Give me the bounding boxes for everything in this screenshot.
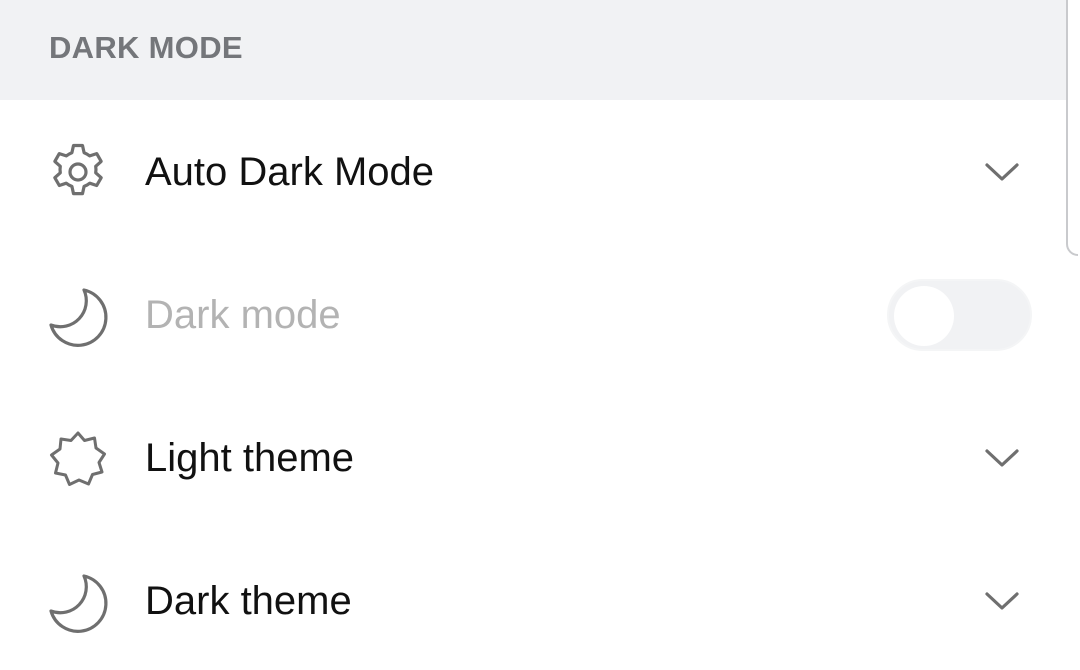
setting-label-auto-dark-mode: Auto Dark Mode xyxy=(145,150,435,194)
sun-badge-icon xyxy=(50,431,106,486)
setting-row-auto-dark-mode[interactable]: Auto Dark Mode xyxy=(0,100,1066,243)
section-title: DARK MODE xyxy=(49,30,243,65)
setting-label-dark-mode: Dark mode xyxy=(145,293,341,337)
setting-label-light-theme: Light theme xyxy=(145,436,355,480)
setting-row-dark-theme[interactable]: Dark theme xyxy=(0,529,1066,670)
chevron-down-icon[interactable] xyxy=(982,446,1022,470)
chevron-down-icon[interactable] xyxy=(982,160,1022,184)
chevron-down-icon[interactable] xyxy=(982,589,1022,613)
moon-icon xyxy=(49,288,108,347)
section-header: DARK MODE xyxy=(0,0,1066,100)
setting-row-light-theme[interactable]: Light theme xyxy=(0,386,1066,529)
settings-page: DARK MODE Auto Dark Mode Dark mode Light… xyxy=(0,0,1080,670)
scrollbar-edge xyxy=(1066,0,1078,256)
gear-icon xyxy=(53,143,103,196)
moon-icon xyxy=(49,574,108,633)
setting-label-dark-theme: Dark theme xyxy=(145,579,352,623)
setting-row-dark-mode[interactable]: Dark mode xyxy=(0,243,1066,386)
toggle-knob xyxy=(894,286,954,346)
dark-mode-toggle[interactable] xyxy=(887,279,1032,351)
